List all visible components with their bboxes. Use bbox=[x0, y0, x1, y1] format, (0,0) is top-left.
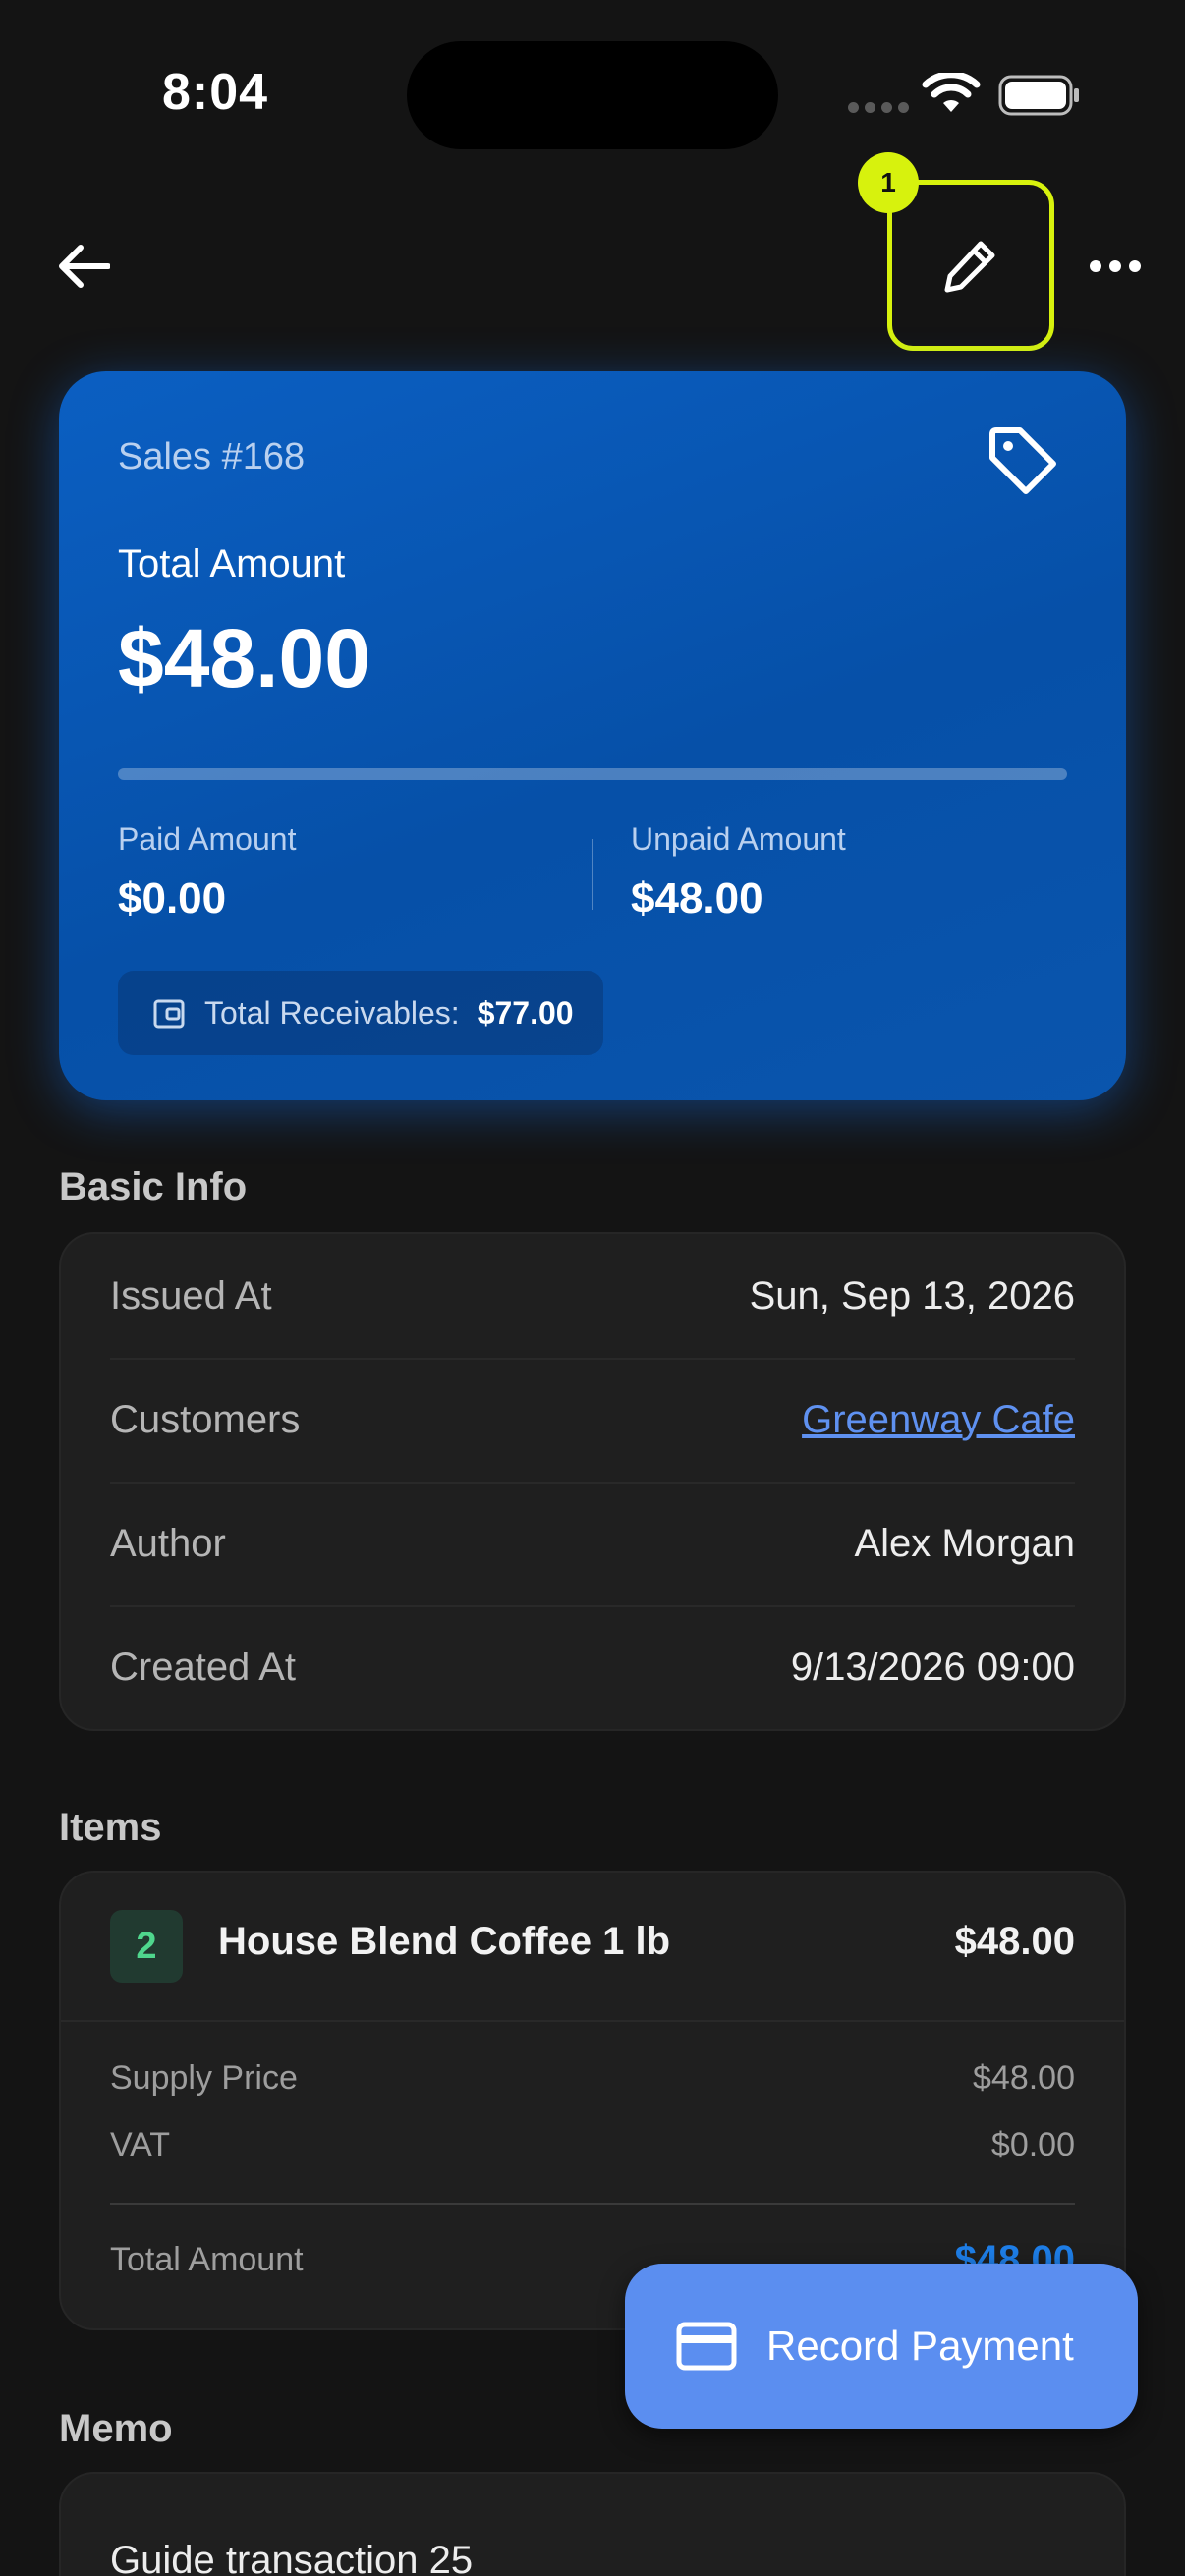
amount-divider bbox=[592, 839, 593, 910]
more-options-button[interactable] bbox=[1081, 232, 1150, 301]
basic-info-panel: Issued At Sun, Sep 13, 2026 Customers Gr… bbox=[59, 1232, 1126, 1731]
info-value: Sun, Sep 13, 2026 bbox=[749, 1273, 1075, 1317]
pencil-icon bbox=[944, 241, 995, 293]
info-key: Customers bbox=[110, 1397, 301, 1441]
info-row-issued-at: Issued At Sun, Sep 13, 2026 bbox=[110, 1234, 1075, 1358]
item-quantity: 2 bbox=[110, 1910, 183, 1983]
dynamic-island bbox=[407, 41, 778, 149]
edit-button[interactable] bbox=[887, 180, 1054, 351]
basic-info-title: Basic Info bbox=[59, 1165, 248, 1208]
total-amount-value: $48.00 bbox=[118, 612, 370, 704]
receivables-label: Total Receivables: bbox=[204, 994, 460, 1031]
supply-price-label: Supply Price bbox=[110, 2059, 298, 2097]
memo-text: Guide transaction 25 bbox=[110, 2539, 474, 2576]
battery-icon bbox=[998, 75, 1079, 116]
credit-card-icon bbox=[676, 2322, 737, 2371]
unpaid-amount-label: Unpaid Amount bbox=[631, 821, 846, 857]
annotation-badge: 1 bbox=[858, 152, 919, 213]
info-key: Author bbox=[110, 1521, 226, 1565]
more-dots-icon bbox=[1090, 260, 1101, 272]
status-bar: 8:04 bbox=[0, 0, 1185, 187]
item-card[interactable]: 2 House Blend Coffee 1 lb $48.00 Supply … bbox=[59, 1871, 1126, 2330]
customer-link[interactable]: Greenway Cafe bbox=[802, 1398, 1075, 1442]
record-payment-label: Record Payment bbox=[766, 2323, 1074, 2369]
unpaid-amount-value: $48.00 bbox=[631, 874, 763, 923]
memo-panel: Guide transaction 25 bbox=[59, 2472, 1126, 2576]
paid-amount-label: Paid Amount bbox=[118, 821, 297, 857]
wifi-icon bbox=[922, 73, 981, 112]
wallet-icon bbox=[153, 999, 185, 1029]
info-row-created-at: Created At 9/13/2026 09:00 bbox=[110, 1605, 1075, 1729]
vat-row: VAT $0.00 bbox=[110, 2126, 1075, 2164]
paid-amount-value: $0.00 bbox=[118, 874, 227, 923]
record-payment-button[interactable]: Record Payment bbox=[625, 2264, 1138, 2429]
items-title: Items bbox=[59, 1806, 162, 1849]
item-total-label: Total Amount bbox=[110, 2241, 304, 2278]
info-value: Alex Morgan bbox=[854, 1521, 1075, 1565]
cellular-signal-icon bbox=[848, 102, 909, 113]
info-key: Issued At bbox=[110, 1273, 272, 1317]
info-key: Created At bbox=[110, 1645, 297, 1689]
total-amount-label: Total Amount bbox=[118, 542, 346, 586]
sale-number: Sales #168 bbox=[118, 436, 306, 477]
sale-summary-card: Sales #168 Total Amount $48.00 Paid Amou… bbox=[59, 371, 1126, 1100]
total-receivables-chip: Total Receivables: $77.00 bbox=[118, 971, 603, 1055]
item-price: $48.00 bbox=[954, 1920, 1075, 1963]
arrow-left-icon bbox=[59, 245, 110, 288]
receivables-value: $77.00 bbox=[477, 994, 574, 1031]
supply-price-value: $48.00 bbox=[973, 2059, 1075, 2097]
vat-value: $0.00 bbox=[990, 2126, 1075, 2163]
item-name: House Blend Coffee 1 lb bbox=[218, 1920, 671, 1963]
tag-icon bbox=[989, 427, 1056, 494]
info-row-customers: Customers Greenway Cafe bbox=[110, 1358, 1075, 1482]
info-value: 9/13/2026 09:00 bbox=[790, 1645, 1075, 1689]
supply-price-row: Supply Price $48.00 bbox=[110, 2059, 1075, 2098]
info-row-author: Author Alex Morgan bbox=[110, 1482, 1075, 1605]
memo-title: Memo bbox=[59, 2407, 173, 2450]
payment-progress-bar bbox=[118, 768, 1067, 780]
back-button[interactable] bbox=[49, 232, 118, 301]
status-time: 8:04 bbox=[162, 64, 269, 121]
vat-label: VAT bbox=[110, 2126, 171, 2163]
